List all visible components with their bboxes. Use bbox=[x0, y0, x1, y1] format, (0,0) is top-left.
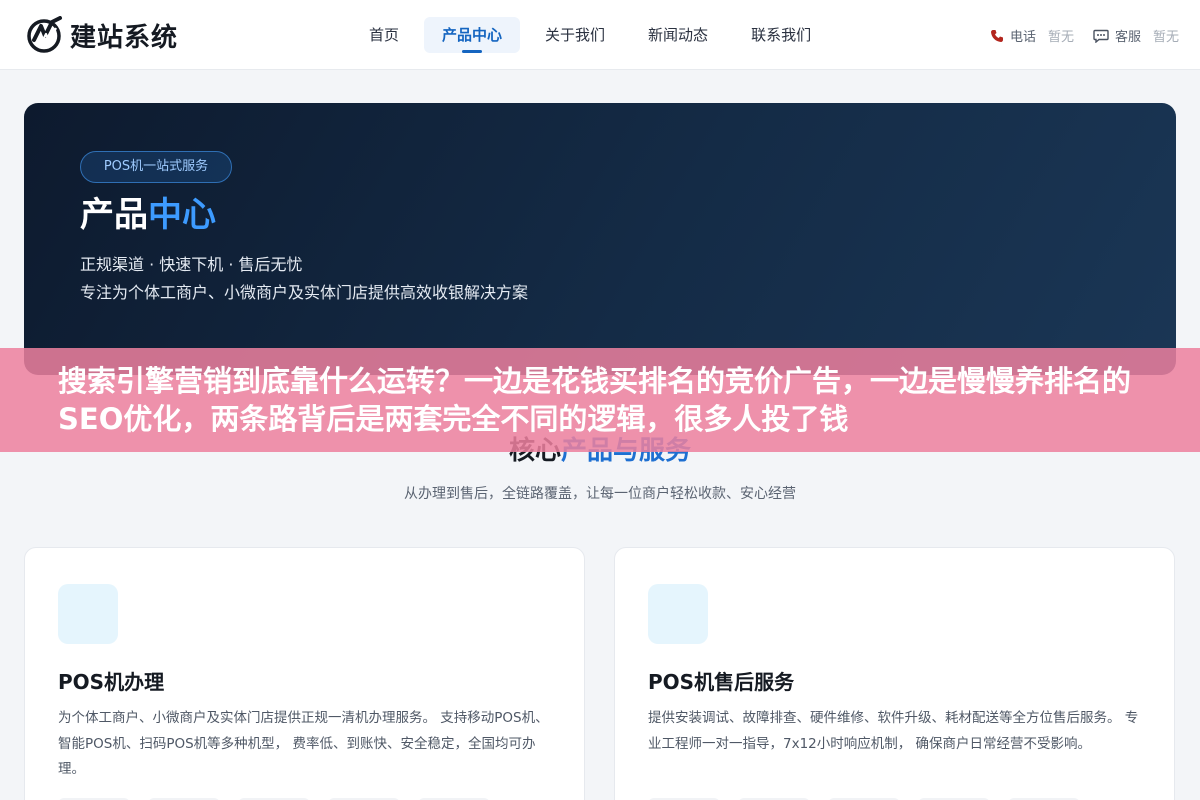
hero-banner: POS机一站式服务 产品中心 正规渠道 · 快速下机 · 售后无忧 专注为个体工… bbox=[24, 103, 1176, 375]
card-description: 为个体工商户、小微商户及实体门店提供正规一清机办理服务。 支持移动POS机、智能… bbox=[58, 710, 549, 777]
service-card-pos-apply[interactable]: POS机办理 为个体工商户、小微商户及实体门店提供正规一清机办理服务。 支持移动… bbox=[24, 547, 585, 800]
nav-item-contact[interactable]: 联系我们 bbox=[733, 17, 829, 53]
main-nav: 首页 产品中心 关于我们 新闻动态 联系我们 bbox=[351, 17, 836, 53]
overlay-banner: 搜索引擎营销到底靠什么运转？一边是花钱买排名的竞价广告，一边是慢慢养排名的SEO… bbox=[0, 348, 1200, 452]
service-value: 暂无 bbox=[1153, 30, 1180, 45]
logo-icon bbox=[27, 16, 62, 53]
service-label: 客服 bbox=[1115, 30, 1142, 45]
phone-label: 电话 bbox=[1010, 30, 1037, 45]
nav-item-news[interactable]: 新闻动态 bbox=[630, 17, 726, 53]
section-subtitle: 从办理到售后，全链路覆盖，让每一位商户轻松收款、安心经营 bbox=[404, 486, 796, 502]
hero-title-accent: 中心 bbox=[148, 195, 216, 235]
phone-icon bbox=[991, 29, 1003, 42]
hero-title: 产品中心 bbox=[80, 187, 216, 236]
nav-item-about[interactable]: 关于我们 bbox=[527, 17, 623, 53]
chat-icon bbox=[1093, 29, 1109, 43]
card-icon bbox=[648, 584, 708, 644]
card-icon bbox=[58, 584, 118, 644]
hero-subtitle-1: 正规渠道 · 快速下机 · 售后无忧 bbox=[80, 255, 303, 274]
service-card-after-sales[interactable]: POS机售后服务 提供安装调试、故障排查、硬件维修、软件升级、耗材配送等全方位售… bbox=[614, 547, 1175, 800]
service-contact[interactable]: 客服 暂无 bbox=[1093, 26, 1179, 45]
hero-title-main: 产品 bbox=[80, 195, 148, 235]
hero-badge: POS机一站式服务 bbox=[80, 151, 232, 183]
logo-text: 建站系统 bbox=[70, 22, 179, 53]
overlay-text: 搜索引擎营销到底靠什么运转？一边是花钱买排名的竞价广告，一边是慢慢养排名的SEO… bbox=[58, 364, 1132, 436]
hero-subtitle-2: 专注为个体工商户、小微商户及实体门店提供高效收银解决方案 bbox=[80, 283, 529, 302]
card-description: 提供安装调试、故障排查、硬件维修、软件升级、耗材配送等全方位售后服务。 专业工程… bbox=[648, 710, 1139, 752]
site-header: 建站系统 首页 产品中心 关于我们 新闻动态 联系我们 电话 暂无 客服 暂无 bbox=[0, 0, 1200, 70]
nav-item-home[interactable]: 首页 bbox=[351, 17, 417, 53]
card-title: POS机办理 bbox=[58, 670, 165, 694]
logo[interactable]: 建站系统 bbox=[26, 16, 178, 54]
card-title: POS机售后服务 bbox=[648, 670, 795, 694]
phone-contact[interactable]: 电话 暂无 bbox=[990, 26, 1074, 45]
phone-value: 暂无 bbox=[1048, 30, 1075, 45]
nav-item-products[interactable]: 产品中心 bbox=[424, 17, 521, 53]
